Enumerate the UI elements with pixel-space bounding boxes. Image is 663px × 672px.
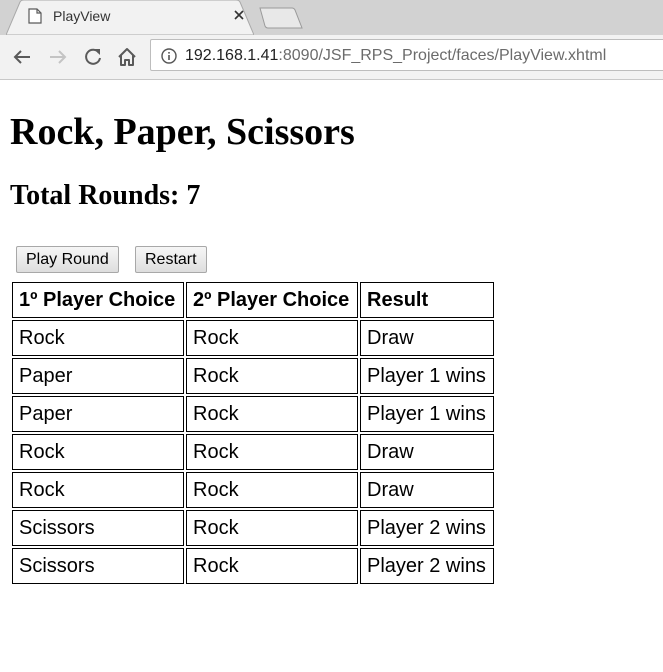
column-header: Result (360, 282, 494, 318)
table-cell: Player 2 wins (360, 548, 494, 584)
table-cell: Rock (186, 548, 358, 584)
home-icon[interactable] (115, 45, 139, 69)
table-cell: Paper (12, 396, 184, 432)
table-cell: Rock (186, 358, 358, 394)
page-icon (28, 8, 42, 24)
total-rounds: Total Rounds: 7 (10, 180, 201, 211)
table-row: Scissors Rock Player 2 wins (12, 510, 494, 546)
page-title: Rock, Paper, Scissors (10, 111, 355, 153)
tab-title: PlayView (53, 8, 111, 24)
table-cell: Rock (186, 510, 358, 546)
table-cell: Scissors (12, 510, 184, 546)
reload-icon[interactable] (81, 45, 105, 69)
table-cell: Draw (360, 434, 494, 470)
table-cell: Rock (186, 472, 358, 508)
tab-shape (6, 0, 254, 35)
table-row: Rock Rock Draw (12, 472, 494, 508)
column-header: 2º Player Choice (186, 282, 358, 318)
table-row: Paper Rock Player 1 wins (12, 358, 494, 394)
table-cell: Player 1 wins (360, 358, 494, 394)
table-cell: Player 1 wins (360, 396, 494, 432)
play-round-button[interactable]: Play Round (16, 246, 119, 273)
table-cell: Rock (12, 434, 184, 470)
table-cell: Paper (12, 358, 184, 394)
address-bar[interactable]: 192.168.1.41:8090/JSF_RPS_Project/faces/… (150, 39, 663, 71)
forward-arrow-icon[interactable] (46, 45, 70, 69)
browser-tab[interactable]: PlayView (6, 0, 254, 35)
table-cell: Scissors (12, 548, 184, 584)
restart-button[interactable]: Restart (135, 246, 207, 273)
table-header-row: 1º Player Choice 2º Player Choice Result (12, 282, 494, 318)
table-cell: Rock (186, 434, 358, 470)
table-cell: Rock (186, 396, 358, 432)
table-cell: Rock (186, 320, 358, 356)
page-content: Rock, Paper, Scissors Total Rounds: 7 Pl… (0, 80, 663, 672)
table-row: Scissors Rock Player 2 wins (12, 548, 494, 584)
browser-toolbar: 192.168.1.41:8090/JSF_RPS_Project/faces/… (0, 35, 663, 80)
table-cell: Draw (360, 320, 494, 356)
table-row: Rock Rock Draw (12, 320, 494, 356)
info-icon[interactable] (161, 48, 177, 64)
back-arrow-icon[interactable] (10, 45, 34, 69)
table-cell: Player 2 wins (360, 510, 494, 546)
table-cell: Rock (12, 320, 184, 356)
table-cell: Draw (360, 472, 494, 508)
table-cell: Rock (12, 472, 184, 508)
tab-strip: PlayView (0, 0, 663, 35)
new-tab-button[interactable] (256, 6, 306, 30)
url-host: 192.168.1.41 (185, 47, 279, 64)
url-path: :8090/JSF_RPS_Project/faces/PlayView.xht… (278, 47, 607, 64)
results-table: 1º Player Choice 2º Player Choice Result… (10, 280, 496, 586)
column-header: 1º Player Choice (12, 282, 184, 318)
url-text: 192.168.1.41:8090/JSF_RPS_Project/faces/… (185, 47, 606, 65)
table-row: Rock Rock Draw (12, 434, 494, 470)
close-icon[interactable] (232, 8, 246, 22)
table-row: Paper Rock Player 1 wins (12, 396, 494, 432)
